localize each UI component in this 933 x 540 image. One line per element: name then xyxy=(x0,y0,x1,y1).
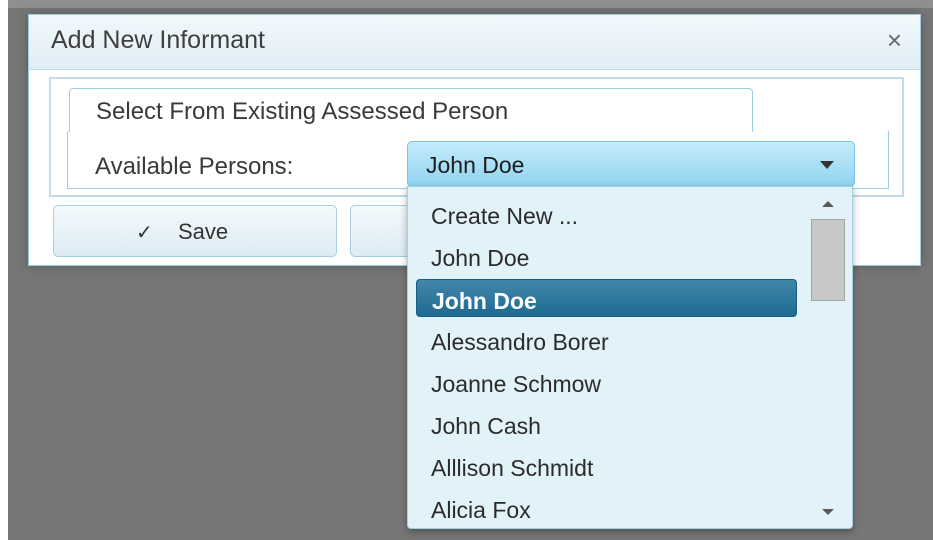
option-john-doe-selected[interactable]: John Doe xyxy=(416,279,797,317)
select-value: John Doe xyxy=(426,152,525,178)
option-alicia-fox[interactable]: Alicia Fox xyxy=(416,489,797,527)
top-edge xyxy=(0,0,933,8)
persons-dropdown-list: Create New ... John Doe John Doe Alessan… xyxy=(407,186,853,529)
close-icon[interactable]: × xyxy=(887,25,902,55)
tab-select-existing[interactable]: Select From Existing Assessed Person xyxy=(69,88,753,132)
chevron-down-icon[interactable] xyxy=(820,161,834,169)
option-john-doe[interactable]: John Doe xyxy=(416,237,797,275)
scroll-down-icon[interactable] xyxy=(822,509,834,515)
available-persons-label: Available Persons: xyxy=(95,153,294,180)
save-label: Save xyxy=(178,219,229,244)
scroll-thumb[interactable] xyxy=(811,219,845,301)
scroll-up-icon[interactable] xyxy=(822,201,834,207)
dialog-header: Add New Informant × xyxy=(29,15,920,70)
option-john-cash[interactable]: John Cash xyxy=(416,405,797,443)
available-persons-select[interactable]: John Doe xyxy=(407,141,855,187)
option-create-new[interactable]: Create New ... xyxy=(416,195,797,233)
option-alessandro-borer[interactable]: Alessandro Borer xyxy=(416,321,797,359)
left-edge xyxy=(0,0,8,540)
dialog-title: Add New Informant xyxy=(51,26,265,54)
dropdown-scrollbar[interactable] xyxy=(810,193,846,523)
check-icon: ✓ xyxy=(136,222,153,244)
option-alllison-schmidt[interactable]: Alllison Schmidt xyxy=(416,447,797,485)
option-joanne-schmow[interactable]: Joanne Schmow xyxy=(416,363,797,401)
save-button[interactable]: ✓ Save xyxy=(53,205,337,257)
